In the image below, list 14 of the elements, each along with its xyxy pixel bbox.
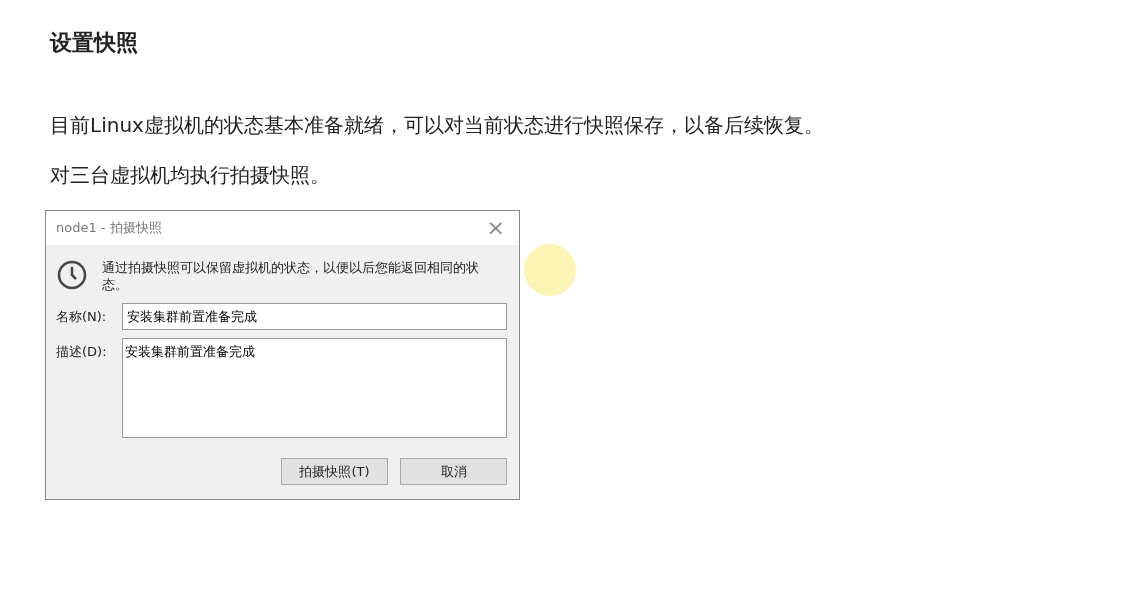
name-label: 名称(N): [56,308,108,326]
paragraph: 对三台虚拟机均执行拍摄快照。 [50,162,331,189]
clock-icon [56,259,88,291]
paragraph: 目前Linux虚拟机的状态基本准备就绪，可以对当前状态进行快照保存，以备后续恢复。 [50,112,825,139]
name-field[interactable]: 安装集群前置准备完成 [122,303,507,330]
close-button[interactable]: × [482,217,509,239]
cursor-highlight [524,244,576,296]
description-field[interactable]: 安装集群前置准备完成 [122,338,507,438]
cancel-button[interactable]: 取消 [400,458,507,485]
description-label: 描述(D): [56,343,108,361]
dialog-message: 通过拍摄快照可以保留虚拟机的状态，以便以后您能返回相同的状态。 [102,259,480,293]
take-snapshot-button[interactable]: 拍摄快照(T) [281,458,388,485]
heading: 设置快照 [50,29,138,57]
window-title: node1 - 拍摄快照 [56,219,162,237]
